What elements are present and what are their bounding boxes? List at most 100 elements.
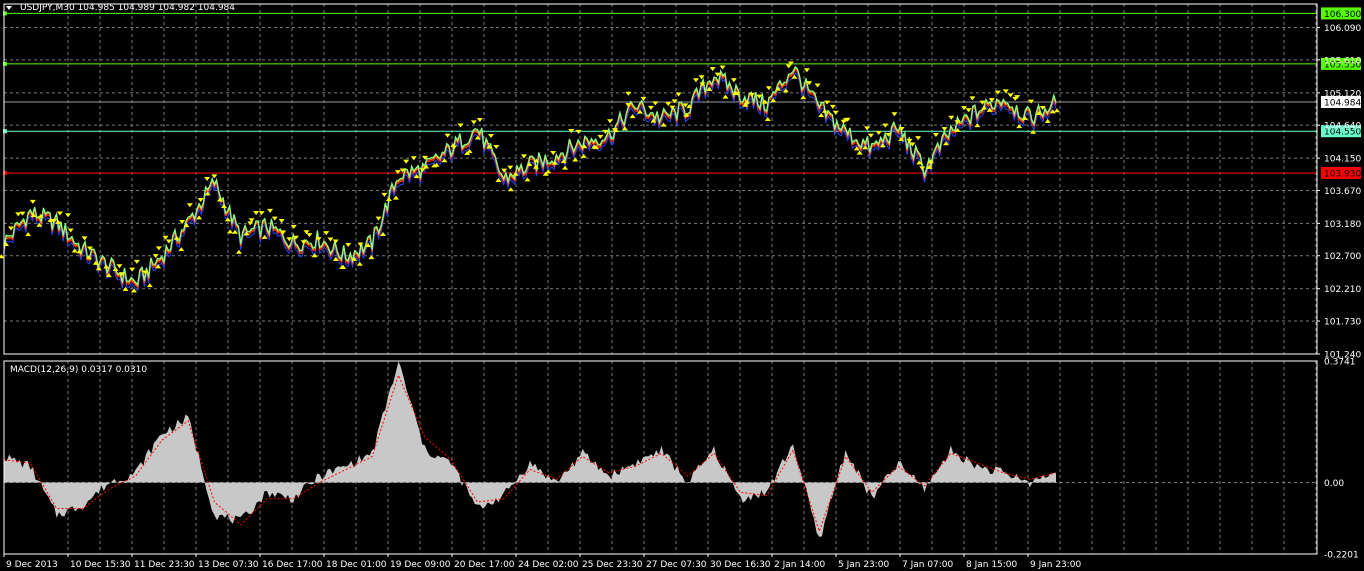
- y-tick-label: 103.670: [1324, 187, 1361, 197]
- fractal-arrow: [129, 267, 136, 272]
- x-tick-label: 7 Jan 07:00: [902, 560, 954, 570]
- fractal-arrow: [7, 226, 14, 231]
- fractal-arrow: [832, 110, 839, 115]
- fractal-arrow: [470, 120, 477, 125]
- y-tick-label: 104.640: [1324, 122, 1361, 132]
- fractal-arrow: [864, 126, 871, 131]
- fractal-arrow: [803, 68, 810, 73]
- x-tick-label: 30 Dec 16:30: [710, 560, 771, 570]
- fractal-arrow: [345, 243, 352, 248]
- x-tick-label: 27 Dec 07:30: [646, 560, 707, 570]
- fractal-arrow: [204, 176, 211, 181]
- fractal-arrow: [580, 153, 587, 158]
- fractal-arrow: [186, 203, 193, 208]
- fractal-arrow: [67, 228, 74, 233]
- price-panel-frame: [3, 3, 1318, 355]
- fractal-arrow: [332, 239, 339, 244]
- fractal-arrow: [507, 187, 514, 192]
- fractal-arrow: [81, 236, 88, 241]
- fractal-arrow: [65, 213, 72, 218]
- fractal-arrow: [235, 249, 242, 254]
- x-tick-label: 25 Dec 23:30: [582, 560, 643, 570]
- y-tick-label: 105.120: [1324, 89, 1361, 99]
- fractal-arrow: [327, 237, 334, 242]
- y-tick-label: 106.090: [1324, 24, 1361, 34]
- fractal-arrow: [25, 232, 32, 237]
- level-price-label: 103.930: [1324, 169, 1361, 179]
- ma-mid-line: [3, 69, 1057, 289]
- fractal-arrow: [665, 101, 672, 106]
- fractal-arrow: [961, 106, 968, 111]
- fractal-arrow: [278, 219, 285, 224]
- macd-y-tick-label: -0.2201: [1324, 551, 1359, 561]
- fractal-arrow: [444, 133, 451, 138]
- chart-window[interactable]: 106.300 105.550 104.550 103.930 104.984 106.…: [0, 0, 1364, 571]
- fractal-arrow: [253, 210, 260, 215]
- fractal-arrow: [56, 211, 63, 216]
- x-tick-label: 11 Dec 23:30: [134, 560, 195, 570]
- fractal-arrow: [381, 192, 388, 197]
- fractal-arrow: [146, 283, 153, 288]
- ma-fast-line: [3, 67, 1057, 288]
- fractal-arrow: [575, 129, 582, 134]
- x-tick-label: 9 Jan 23:00: [1030, 560, 1082, 570]
- fractal-arrow: [410, 156, 417, 161]
- y-tick-label: 102.700: [1324, 252, 1361, 262]
- fractal-arrow: [116, 264, 123, 269]
- fractal-arrow: [545, 169, 552, 174]
- fractal-arrow: [891, 112, 898, 117]
- fractal-arrow: [919, 166, 926, 171]
- x-tick-label: 9 Dec 2013: [6, 560, 58, 570]
- horizontal-levels[interactable]: 106.300105.550104.550103.930104.984: [3, 7, 1361, 179]
- fractal-arrow: [152, 254, 159, 259]
- x-tick-label: 13 Dec 07:30: [198, 560, 259, 570]
- fractal-arrow: [487, 133, 494, 138]
- y-tick-label: 102.210: [1324, 285, 1361, 295]
- fractal-arrow: [271, 216, 278, 221]
- fractal-arrow: [1021, 116, 1028, 121]
- fractal-arrow: [625, 91, 632, 96]
- macd-y-tick-label: 0.00: [1324, 479, 1344, 489]
- x-tick-label: 10 Dec 15:30: [70, 560, 131, 570]
- fractal-arrow: [394, 170, 401, 175]
- fractal-arrow: [764, 117, 771, 122]
- fractal-arrow: [178, 247, 185, 252]
- macd-histogram: [4, 361, 1056, 537]
- fractal-arrow: [965, 108, 972, 113]
- fractal-arrow: [375, 216, 382, 221]
- x-tick-label: 5 Jan 23:00: [838, 560, 890, 570]
- fractal-arrow: [969, 96, 976, 101]
- price-line: [3, 65, 1057, 286]
- fractal-arrow: [103, 264, 110, 269]
- chart-canvas[interactable]: 106.300105.550104.550103.930104.984 106.…: [0, 0, 1364, 571]
- fractal-arrow: [698, 75, 705, 80]
- fractal-arrow: [267, 208, 274, 213]
- level-price-label: 106.300: [1324, 10, 1361, 20]
- fractal-arrow: [19, 211, 26, 216]
- symbol-header: USDJPY,M30 104.985 104.989 104.982 104.9…: [20, 3, 235, 13]
- fractal-arrow: [629, 114, 636, 119]
- fractal-arrow: [306, 233, 313, 238]
- fractal-arrow: [765, 86, 772, 91]
- fractal-arrow: [824, 100, 831, 105]
- fractal-arrow: [814, 83, 821, 88]
- fractal-arrow: [974, 123, 981, 128]
- fractal-arrow: [915, 136, 922, 141]
- fractal-arrow: [385, 196, 392, 201]
- fractal-arrow: [155, 246, 162, 251]
- fractal-arrow: [162, 235, 169, 240]
- fractal-arrow: [15, 212, 22, 217]
- fractal-arrow: [652, 101, 659, 106]
- macd-indicator: [3, 361, 1057, 537]
- fractal-arrow: [867, 133, 874, 138]
- fractal-arrow: [368, 255, 375, 260]
- x-tick-label: 24 Dec 02:00: [518, 560, 579, 570]
- fractal-arrow: [1030, 129, 1037, 134]
- y-tick-label: 101.730: [1324, 318, 1361, 328]
- x-tick-label: 2 Jan 14:00: [774, 560, 826, 570]
- x-tick-label: 16 Dec 17:00: [262, 560, 323, 570]
- fractal-arrow: [906, 138, 913, 143]
- collapse-arrow-icon[interactable]: [6, 6, 12, 10]
- fractal-arrow: [932, 133, 939, 138]
- fractal-arrow: [647, 105, 654, 110]
